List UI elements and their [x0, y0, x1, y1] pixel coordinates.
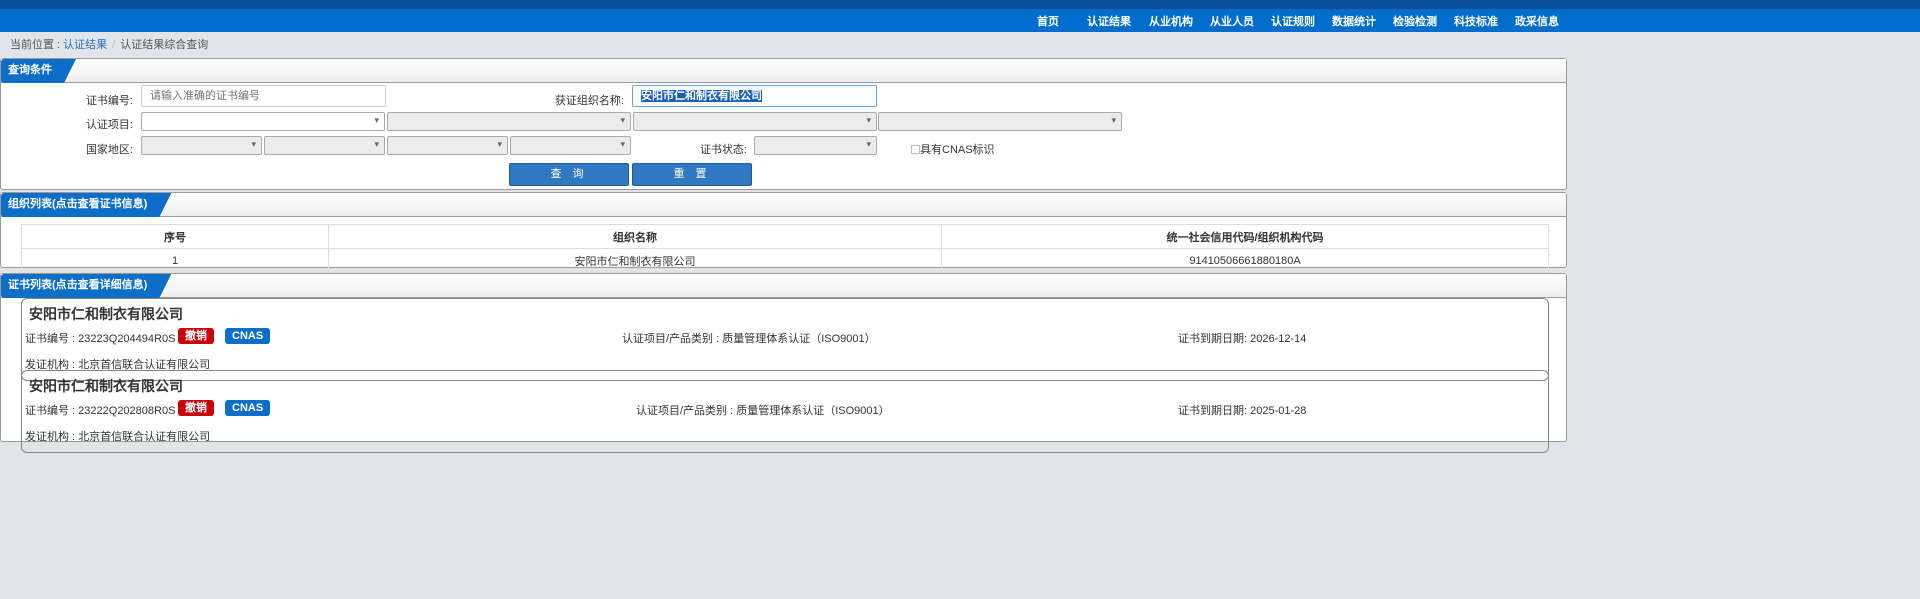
cert-org-name: 安阳市仁和制衣有限公司: [29, 378, 183, 394]
cert-expiry: 证书到期日期: 2025-01-28: [1178, 405, 1307, 417]
breadcrumb-prefix: 当前位置 :: [10, 39, 64, 51]
cert-list-panel: 证书列表(点击查看详细信息) 安阳市仁和制衣有限公司 证书编号 : 23223Q…: [0, 273, 1567, 453]
region-select-1[interactable]: [141, 136, 262, 155]
region-select-2[interactable]: [264, 136, 385, 155]
col-header: 序号: [21, 224, 329, 249]
cert-card[interactable]: 安阳市仁和制衣有限公司 证书编号 : 23222Q202808R0S 撤销 CN…: [21, 370, 1549, 453]
cnas-checkbox[interactable]: 具有CNAS标识: [911, 141, 995, 157]
status-badge: 撤销: [178, 328, 214, 344]
breadcrumb-separator: /: [112, 39, 116, 51]
cert-no-label: 证书编号:: [85, 95, 133, 107]
breadcrumb-current: 认证结果综合查询: [120, 39, 209, 51]
project-select-2[interactable]: [387, 112, 631, 131]
panel-title: 查询条件: [1, 59, 76, 83]
cert-number: 证书编号 : 23222Q202808R0S: [25, 405, 176, 417]
cert-expiry: 证书到期日期: 2026-12-14: [1178, 333, 1307, 345]
nav-institutions[interactable]: 从业机构: [1149, 13, 1193, 29]
region-select-4[interactable]: [510, 136, 631, 155]
cert-no-input[interactable]: [141, 85, 386, 107]
region-label: 国家地区:: [85, 144, 133, 156]
cell-org-name[interactable]: 安阳市仁和制衣有限公司: [328, 248, 942, 273]
cert-issuer: 发证机构 : 北京首信联合认证有限公司: [25, 431, 211, 443]
breadcrumb-link[interactable]: 认证结果: [63, 39, 107, 51]
panel-title: 证书列表(点击查看详细信息): [1, 274, 171, 298]
status-label: 证书状态:: [699, 144, 747, 156]
cert-number: 证书编号 : 23223Q204494R0S: [25, 333, 176, 345]
nav-cert-results[interactable]: 认证结果: [1087, 13, 1131, 29]
checkbox-box[interactable]: [911, 145, 920, 154]
top-banner: [0, 0, 1920, 9]
nav-procurement[interactable]: 政采信息: [1515, 13, 1559, 29]
project-select-3[interactable]: [633, 112, 877, 131]
cnas-badge: CNAS: [225, 400, 271, 416]
col-header: 统一社会信用代码/组织机构代码: [941, 224, 1549, 249]
cert-org-name: 安阳市仁和制衣有限公司: [29, 306, 183, 322]
cert-card[interactable]: 安阳市仁和制衣有限公司 证书编号 : 23223Q204494R0S 撤销 CN…: [21, 298, 1549, 381]
project-select-1[interactable]: [141, 112, 385, 131]
col-header: 组织名称: [328, 224, 942, 249]
query-panel: 查询条件 证书编号: 获证组织名称: 安阳市仁和制衣有限公司 认证项目: 国家地…: [0, 58, 1567, 190]
cnas-label: 具有CNAS标识: [920, 144, 995, 156]
panel-title: 组织列表(点击查看证书信息): [1, 193, 171, 217]
nav-inspection[interactable]: 检验检测: [1393, 13, 1437, 29]
nav-personnel[interactable]: 从业人员: [1210, 13, 1254, 29]
status-select[interactable]: [754, 136, 877, 155]
region-select-3[interactable]: [387, 136, 508, 155]
search-button[interactable]: 查 询: [509, 163, 629, 186]
status-badge: 撤销: [178, 400, 214, 416]
reset-button[interactable]: 重 置: [632, 163, 752, 186]
cert-project: 认证项目/产品类别 : 质量管理体系认证（ISO9001）: [636, 405, 890, 417]
org-name-value: 安阳市仁和制衣有限公司: [641, 90, 762, 102]
nav-home[interactable]: 首页: [1037, 13, 1059, 29]
nav-rules[interactable]: 认证规则: [1271, 13, 1315, 29]
org-table: 序号 组织名称 统一社会信用代码/组织机构代码 1 安阳市仁和制衣有限公司 914105…: [21, 224, 1549, 273]
cnas-badge: CNAS: [225, 328, 271, 344]
table-row[interactable]: 1 安阳市仁和制衣有限公司 91410506661880180A: [21, 248, 1549, 273]
org-name-label: 获证组织名称:: [554, 95, 624, 107]
org-name-input[interactable]: 安阳市仁和制衣有限公司: [632, 85, 877, 107]
project-label: 认证项目:: [85, 119, 133, 131]
cell-credit-code: 91410506661880180A: [941, 248, 1549, 273]
main-nav: 首页 认证结果 从业机构 从业人员 认证规则 数据统计 检验检测 科技标准 政采…: [0, 9, 1920, 32]
org-list-panel: 组织列表(点击查看证书信息) 序号 组织名称 统一社会信用代码/组织机构代码 1 安阳…: [0, 192, 1567, 273]
cell-index: 1: [21, 248, 329, 273]
nav-standards[interactable]: 科技标准: [1454, 13, 1498, 29]
breadcrumb: 当前位置 : 认证结果 / 认证结果综合查询: [10, 36, 208, 52]
cert-project: 认证项目/产品类别 : 质量管理体系认证（ISO9001）: [622, 333, 876, 345]
nav-statistics[interactable]: 数据统计: [1332, 13, 1376, 29]
project-select-4[interactable]: [878, 112, 1122, 131]
